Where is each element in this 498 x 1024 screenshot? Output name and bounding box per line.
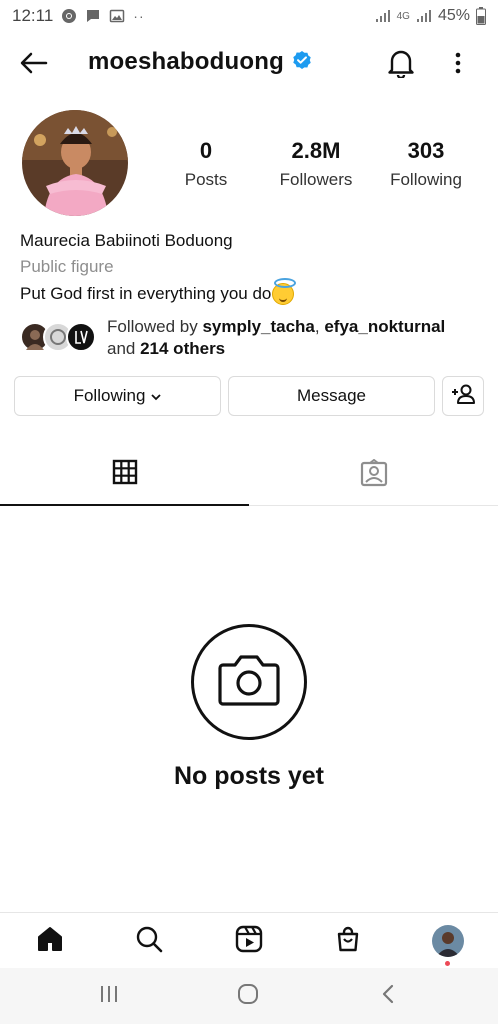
back-arrow-icon bbox=[20, 52, 48, 79]
followed-by-text: Followed by symply_tacha, efya_nokturnal… bbox=[107, 316, 445, 360]
profile-full-name: Maurecia Babiinoti Boduong bbox=[20, 231, 233, 250]
bio-text: Put God first in everything you do bbox=[20, 284, 272, 303]
notification-dot bbox=[445, 961, 450, 966]
battery-icon bbox=[476, 7, 486, 25]
mutual-avatar-3 bbox=[66, 322, 96, 352]
following-stat[interactable]: 303 Following bbox=[382, 138, 470, 190]
battery-percent: 45% bbox=[437, 7, 470, 24]
followers-count: 2.8M bbox=[291, 138, 341, 163]
profile-header: moeshaboduong bbox=[0, 38, 498, 92]
more-dots-icon: ·· bbox=[133, 8, 145, 24]
nav-home[interactable] bbox=[34, 925, 66, 957]
nav-profile[interactable] bbox=[432, 925, 464, 966]
mutual-avatars bbox=[20, 322, 100, 354]
halo-smile-emoji-icon bbox=[272, 278, 297, 305]
notifications-button[interactable] bbox=[385, 48, 417, 82]
following-count: 303 bbox=[407, 138, 445, 163]
status-bar: 12:11 ·· 4G 45% bbox=[0, 0, 498, 32]
posts-count: 0 bbox=[199, 138, 213, 163]
status-time: 12:11 bbox=[12, 6, 54, 25]
android-back-icon bbox=[381, 984, 395, 1009]
home-icon bbox=[36, 925, 64, 958]
recent-apps-button[interactable] bbox=[94, 982, 124, 1010]
message-icon bbox=[85, 8, 101, 24]
tab-tagged[interactable] bbox=[249, 444, 498, 506]
mutual-followers[interactable]: Followed by symply_tacha, efya_nokturnal… bbox=[20, 316, 480, 360]
following-label: Following bbox=[390, 170, 462, 189]
wifi-signal-icon bbox=[375, 9, 391, 23]
bell-icon bbox=[387, 48, 415, 83]
followed-by-separator: , bbox=[314, 317, 325, 336]
more-vertical-icon bbox=[455, 52, 461, 79]
following-button-label: Following bbox=[73, 386, 146, 405]
following-button[interactable]: Following bbox=[14, 376, 221, 416]
profile-avatar[interactable] bbox=[22, 110, 128, 216]
search-icon bbox=[135, 925, 163, 958]
profile-bio: Put God first in everything you do bbox=[20, 278, 297, 305]
chevron-down-icon bbox=[151, 386, 162, 406]
nav-search[interactable] bbox=[133, 925, 165, 957]
grid-icon bbox=[112, 459, 138, 490]
back-button[interactable] bbox=[18, 50, 50, 80]
profile-tabs bbox=[0, 444, 498, 506]
gallery-icon bbox=[109, 8, 125, 24]
nav-reels[interactable] bbox=[233, 925, 265, 957]
camera-icon bbox=[217, 653, 281, 712]
cell-signal-icon bbox=[416, 9, 432, 23]
verified-badge-icon bbox=[292, 50, 312, 75]
android-back-button[interactable] bbox=[373, 982, 403, 1010]
android-navigation-bar bbox=[0, 968, 498, 1024]
profile-avatar bbox=[432, 925, 464, 957]
followers-stat[interactable]: 2.8M Followers bbox=[272, 138, 360, 190]
nav-shop[interactable] bbox=[332, 925, 364, 957]
followers-label: Followers bbox=[279, 170, 353, 189]
reels-icon bbox=[235, 925, 263, 958]
tab-posts-grid[interactable] bbox=[0, 444, 249, 506]
followed-by-and: and bbox=[107, 339, 141, 358]
chrome-icon bbox=[61, 8, 77, 24]
posts-label: Posts bbox=[184, 170, 228, 189]
message-button[interactable]: Message bbox=[228, 376, 435, 416]
mutual-user-1[interactable]: symply_tacha bbox=[202, 317, 314, 336]
tagged-icon bbox=[360, 458, 388, 492]
empty-posts-circle bbox=[191, 624, 307, 740]
android-home-button[interactable] bbox=[233, 982, 263, 1010]
profile-username: moeshaboduong bbox=[88, 48, 284, 75]
profile-category: Public figure bbox=[20, 257, 114, 276]
message-button-label: Message bbox=[297, 386, 366, 405]
mutual-user-2[interactable]: efya_nokturnal bbox=[324, 317, 445, 336]
recent-apps-icon bbox=[99, 985, 119, 1008]
suggested-users-button[interactable] bbox=[442, 376, 484, 416]
mutual-others[interactable]: 214 others bbox=[140, 339, 225, 358]
bottom-navigation bbox=[0, 912, 498, 968]
empty-state-title: No posts yet bbox=[173, 762, 325, 790]
posts-stat[interactable]: 0 Posts bbox=[176, 138, 236, 190]
network-type: 4G bbox=[396, 10, 410, 22]
shop-icon bbox=[334, 925, 362, 958]
android-home-icon bbox=[237, 983, 259, 1010]
more-options-button[interactable] bbox=[446, 48, 470, 82]
followed-by-prefix: Followed by bbox=[107, 317, 203, 336]
add-user-icon bbox=[451, 383, 475, 410]
